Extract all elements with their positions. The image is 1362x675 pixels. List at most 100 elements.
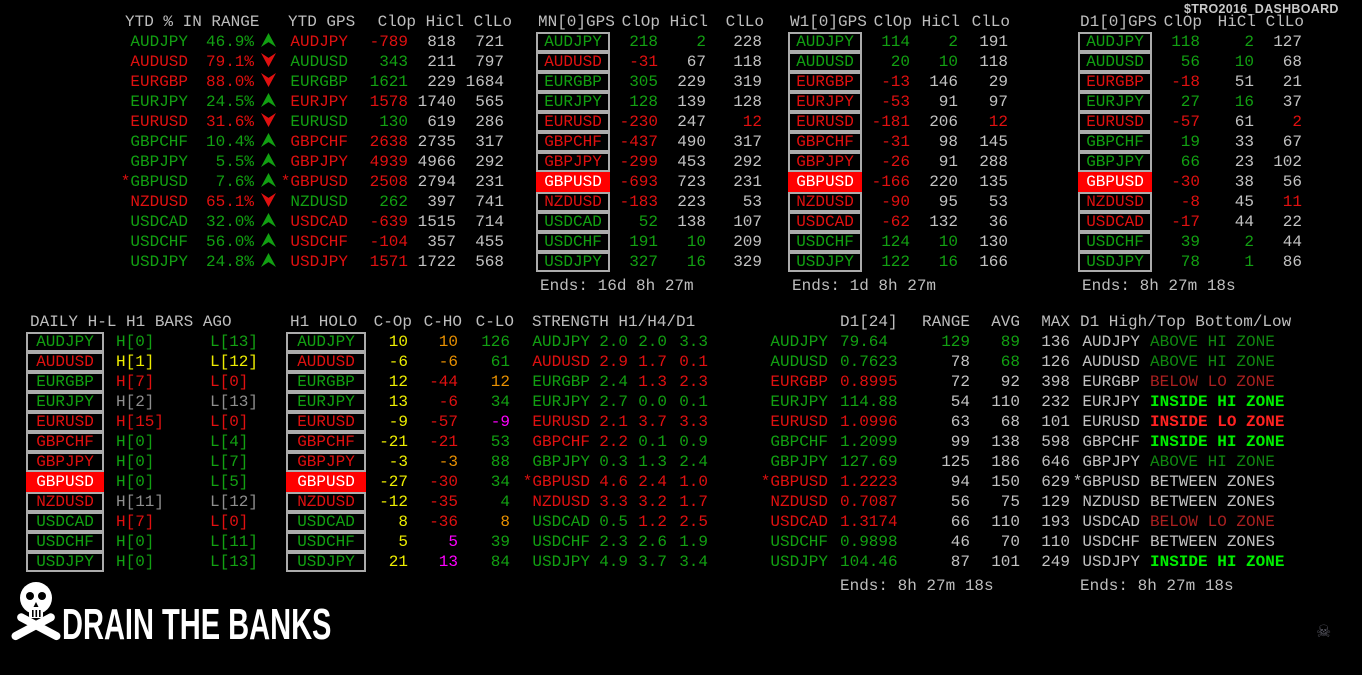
table-w10-gps: W1[0]GPS ClOp HiCl ClLo AUDJPY 114 2 191 AUDUSD 2… [788,12,1010,296]
table-row: AUDJPY 114 2 191 [788,32,1010,52]
cell-value: 1.3174 [840,513,898,531]
cell-value: 2.5 [679,513,708,531]
table-header-row: W1[0]GPS ClOp HiCl ClLo [788,12,1010,32]
cell-value: 288 [979,153,1008,171]
cell-value: 84 [490,553,510,571]
column-header: D1 High/Top Bottom/Low [1080,313,1292,331]
table-row: USDCHF 39 2 44 [1078,232,1304,252]
cell-value: 629 [1041,473,1070,491]
table-row: NZDUSD BETWEEN ZONES [1070,492,1362,512]
cell-value: USDCHF [532,533,590,551]
cell-value: 136 [1041,333,1070,351]
cell-value: 4966 [417,153,456,171]
table-row: NZDUSD 3.3 3.2 1.7 [520,492,792,512]
pair-badge: USDJPY [286,552,366,572]
cell-value: 2.4 [638,473,667,491]
small-skull-icon: ☠ [1316,622,1332,642]
cell-value: 2794 [417,173,456,191]
table-row: USDCHF 124 10 130 [788,232,1010,252]
table-row: GBPUSD -27 -30 34 [286,472,514,492]
cell-value: 88.0% [205,73,254,91]
column-header: ClLo [473,13,512,31]
cell-value: -299 [619,153,658,171]
cell-value: EURGBP [1082,373,1140,391]
cell-value: 126 [481,333,510,351]
cell-value: 1.7 [638,353,667,371]
column-header: MN[0]GPS [538,13,615,31]
cell-value: 130 [379,113,408,131]
column-header: HiCl [921,13,960,31]
cell-value: EURJPY [770,393,828,411]
cell-value: 72 [950,373,970,391]
cell-value: 19 [1180,133,1200,151]
table-d10-gps: D1[0]GPS ClOp HiCl ClLo AUDJPY 118 2 127 AUDUSD 5… [1078,12,1304,296]
cell-value: USDJPY [770,553,828,571]
table-row: GBPCHF -31 98 145 [788,132,1010,152]
cell-value: 1.7 [679,493,708,511]
cell-value: 3.3 [599,493,628,511]
cell-value: -30 [429,473,458,491]
cell-value: 12 [742,113,762,131]
cell-value: 36 [988,213,1008,231]
cell-value: INSIDE HI ZONE [1150,393,1285,411]
table-row: GBPJPY ABOVE HI ZONE [1070,452,1362,472]
cell-value: 2 [1244,233,1254,251]
arrow-up-icon [254,132,282,152]
cell-value: 16 [938,253,958,271]
arrow-down-icon [254,52,282,72]
cell-value: 32.0% [205,213,254,231]
cell-value: 99 [950,433,970,451]
star-marker: * [760,473,771,491]
cell-value: *GBPUSD [522,473,590,491]
table-row: EURUSD 1.0996 63 68 101 [758,412,1070,432]
cell-value: 8 [500,513,510,531]
table-row: USDCAD BELOW LO ZONE [1070,512,1362,532]
arrow-up-icon [254,172,282,192]
cell-value: 209 [733,233,762,251]
cell-value: 0.1 [638,433,667,451]
cell-value: 101 [991,553,1020,571]
cell-value: EURGBP [770,373,828,391]
table-row: AUDUSD 56 10 68 [1078,52,1304,72]
table-header-row: YTD GPS ClOp HiCl ClLo [280,12,512,32]
table-row: USDCHF BETWEEN ZONES [1070,532,1362,552]
table-row: GBPJPY H[0] L[7] [26,452,330,472]
table-row: EURGBP -18 51 21 [1078,72,1304,92]
cell-value: H[0] [116,533,155,551]
column-header: ClOp [1163,13,1202,31]
cell-value: 128 [629,93,658,111]
cell-value: -12 [379,493,408,511]
cell-value: L[0] [210,413,249,431]
cell-value: L[7] [210,453,249,471]
cell-value: -8 [1180,193,1200,211]
table-row: GBPCHF H[0] L[4] [26,432,330,452]
cell-value: 86 [1282,253,1302,271]
cell-value: -44 [429,373,458,391]
cell-value: -36 [429,513,458,531]
cell-value: 646 [1041,453,1070,471]
pair-badge: GBPUSD [1078,172,1152,192]
cell-value: 2.9 [599,353,628,371]
cell-value: EURJPY [1082,393,1140,411]
table-header-row: DAILY H-L H1 BARS AGO [26,312,330,332]
cell-value: AUDUSD [1082,353,1140,371]
table-row: GBPJPY 4939 4966 292 [280,152,512,172]
table-row: GBPJPY 0.3 1.3 2.4 [520,452,792,472]
cell-value: EURJPY [290,93,348,111]
table-row: EURGBP H[7] L[0] [26,372,330,392]
cell-value: 118 [1171,33,1200,51]
cell-value: H[0] [116,553,155,571]
cell-value: 0.7623 [840,353,898,371]
table-row: NZDUSD H[11] L[12] [26,492,330,512]
cell-value: BELOW LO ZONE [1150,373,1275,391]
cell-value: NZDUSD [130,193,188,211]
arrow-down-icon [254,112,282,132]
table-row: USDJPY 327 16 329 [536,252,764,272]
cell-value: 79.64 [840,333,889,351]
cell-value: 2.7 [599,393,628,411]
cell-value: 139 [677,93,706,111]
pair-badge: EURUSD [26,412,104,432]
cell-value: 67 [1282,133,1302,151]
cell-value: 2.3 [679,373,708,391]
cell-value: L[4] [210,433,249,451]
